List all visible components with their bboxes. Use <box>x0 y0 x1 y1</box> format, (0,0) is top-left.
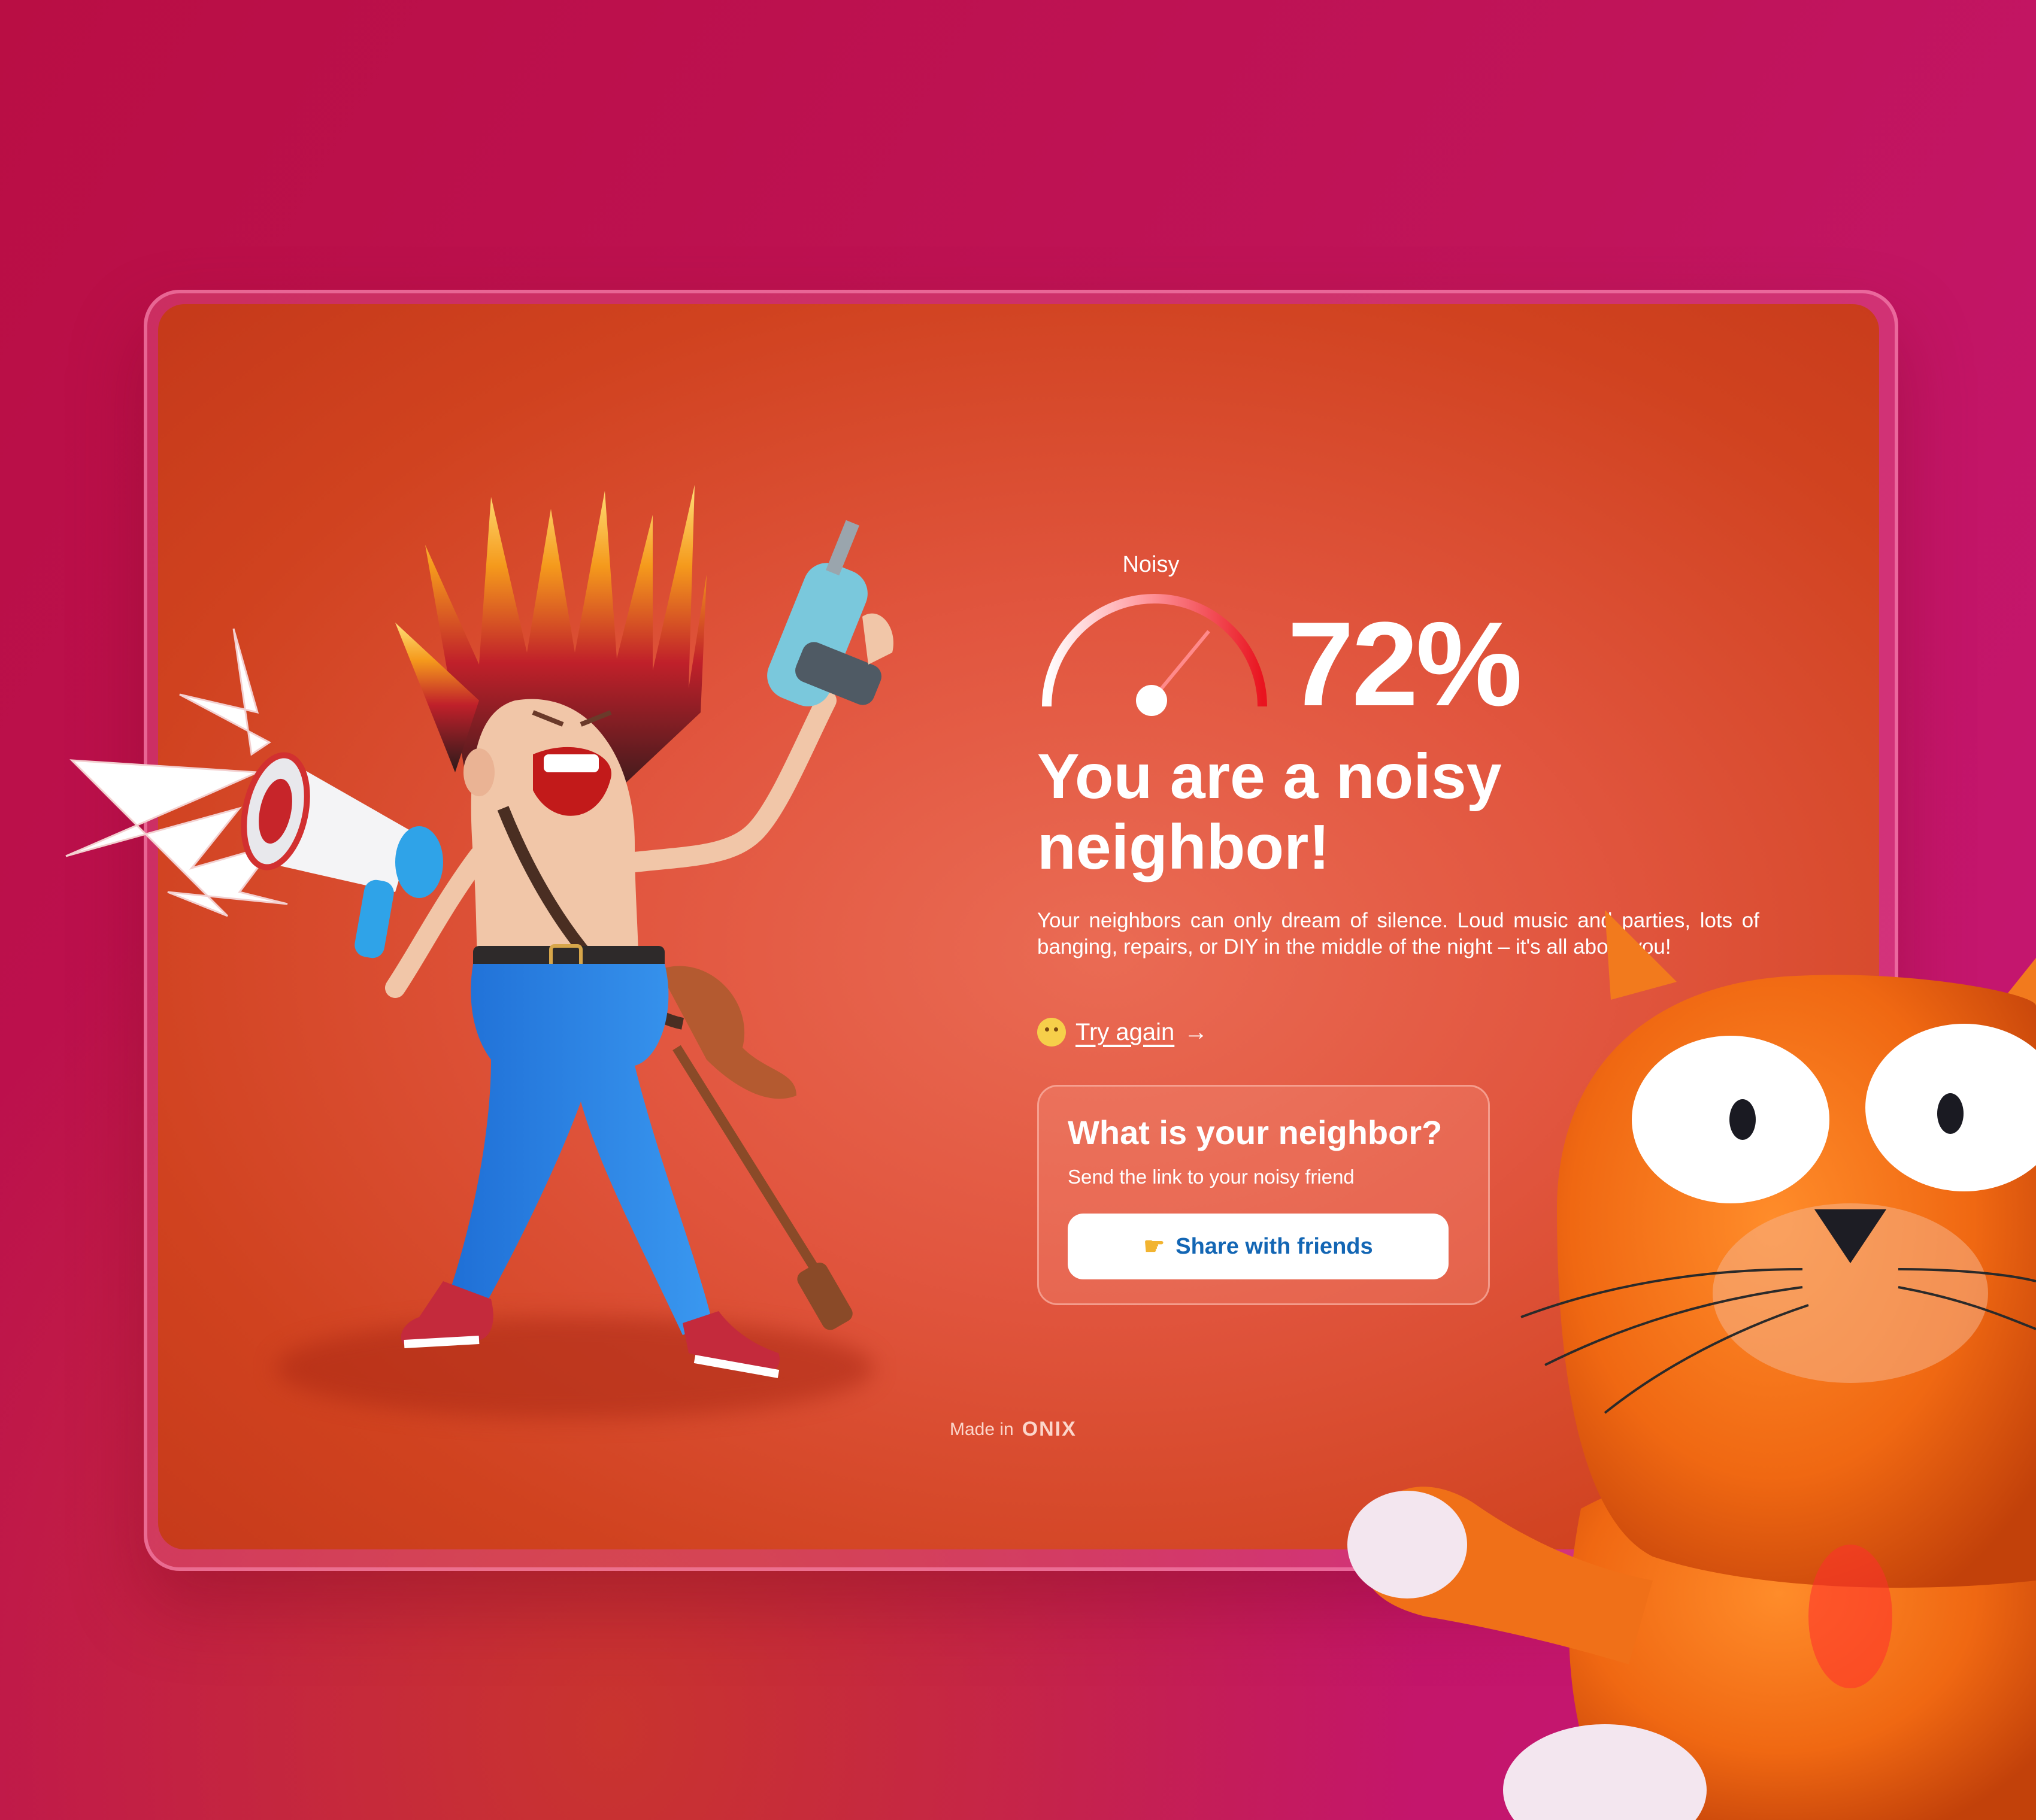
gauge-hub <box>1136 685 1167 716</box>
megaphone-icon <box>241 752 443 958</box>
try-again-label: Try again <box>1075 1018 1175 1045</box>
gauge-label: Noisy <box>1122 552 1180 577</box>
arrow-right-icon: → <box>1184 1018 1208 1045</box>
try-again-link[interactable]: Try again → <box>1037 1018 1208 1046</box>
pointing-hand-emoji-icon: ☛ <box>1143 1233 1165 1260</box>
share-subtitle: Send the link to your noisy friend <box>1068 1166 1355 1188</box>
smiley-emoji-icon <box>1037 1018 1066 1046</box>
drill-icon <box>767 520 893 706</box>
onix-logo[interactable]: ONIX <box>1022 1418 1077 1441</box>
made-in-footer: Made in ONIX <box>950 1418 1077 1441</box>
sound-blast-icon <box>65 628 288 917</box>
result-headline: You are a noisy neighbor! <box>1037 741 1502 882</box>
orange-cat-illustration <box>1347 910 2036 1820</box>
noisy-neighbor-illustration <box>65 485 893 1378</box>
noise-percent: 72% <box>1287 597 1522 731</box>
made-in-text: Made in <box>950 1419 1014 1439</box>
